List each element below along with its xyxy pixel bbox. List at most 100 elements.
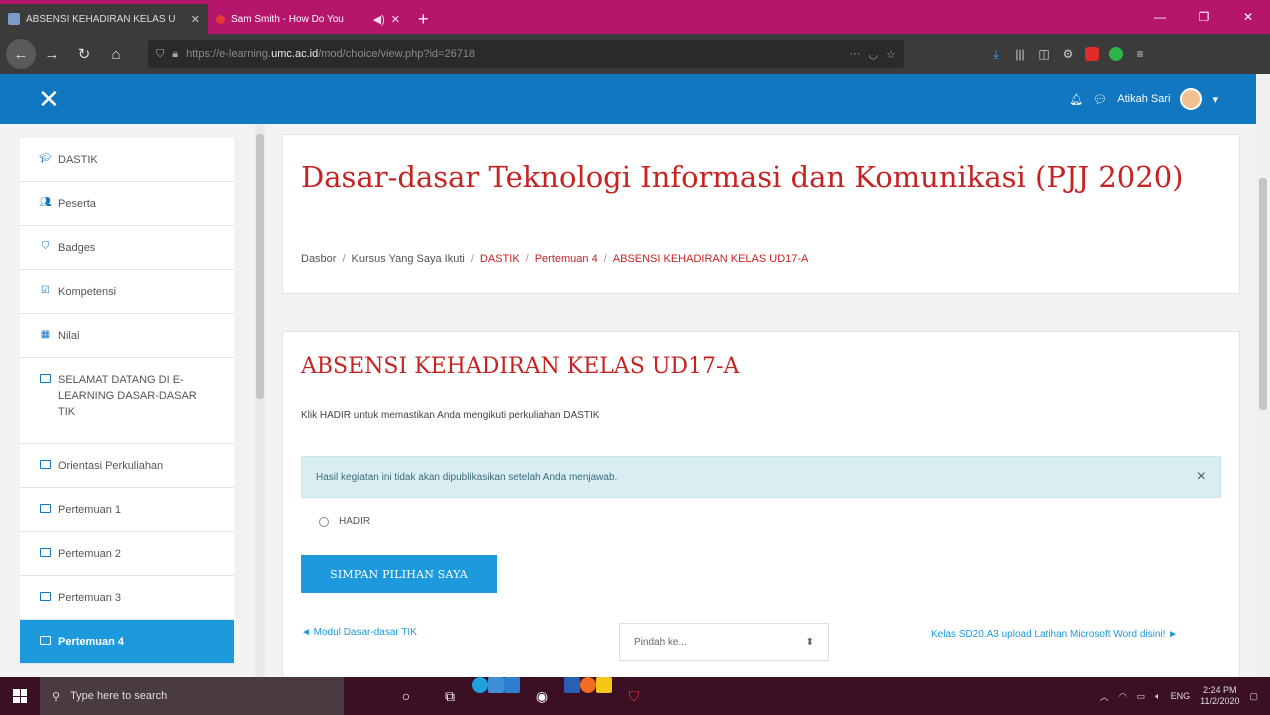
drawer-list: 🎓︎ DASTIK 👥︎ Peserta ⛉ Badges ☑ Kompeten… [20,138,234,664]
select-arrows-icon: ⬍ [805,636,814,648]
browser-toolbar: ← → ↻ ⌂ ⛉ 🔒︎ https://e-learning.umc.ac.i… [0,34,1270,74]
scrollbar-thumb[interactable] [1259,178,1267,410]
breadcrumb-pertemuan-4[interactable]: Pertemuan 4 [535,253,598,265]
task-view-icon[interactable]: ⧉ [428,677,472,715]
home-icon[interactable]: ⌂ [100,39,132,69]
toolbar-extensions: ⤓ ||| ◫ ⚙ ≡ [984,42,1152,66]
taskbar-search[interactable]: ⚲ Type here to search [40,677,344,715]
close-drawer-icon[interactable]: ✕ [38,84,60,115]
word-icon[interactable] [564,677,580,693]
sidebar-item-pertemuan-4[interactable]: Pertemuan 4 [20,620,234,664]
sidebar-item-nilai[interactable]: ▦ Nilai [20,314,234,358]
tab-close-icon[interactable]: ✕ [391,13,400,26]
shield-icon[interactable]: ⛉ [156,48,164,61]
alert-text: Hasil kegiatan ini tidak akan dipublikas… [316,471,618,483]
bookmark-star-icon[interactable]: ☆ [886,48,896,61]
adblock-icon[interactable] [1085,47,1099,61]
page-scrollbar[interactable] [1256,74,1270,677]
breadcrumb-current[interactable]: ABSENSI KEHADIRAN KELAS UD17-A [613,253,809,265]
sidebar-item-badges[interactable]: ⛉ Badges [20,226,234,270]
browser-tab-music[interactable]: Sam Smith - How Do You ◀) ✕ [208,4,408,34]
breadcrumb-kursus[interactable]: Kursus Yang Saya Ikuti [352,253,465,265]
address-bar[interactable]: ⛉ 🔒︎ https://e-learning.umc.ac.id/mod/ch… [148,40,904,68]
edge-icon[interactable] [472,677,488,693]
folder-icon [40,503,51,514]
taskbar-clock[interactable]: 2:24 PM 11/2/2020 [1200,685,1239,707]
clock-date: 11/2/2020 [1200,696,1240,706]
forward-arrow-icon[interactable]: → [36,39,68,69]
alert-close-icon[interactable]: × [1197,468,1206,486]
tab-close-icon[interactable]: ✕ [191,13,200,26]
messages-icon[interactable]: 💬︎ [1093,93,1107,106]
sidebar-item-pertemuan-1[interactable]: Pertemuan 1 [20,488,234,532]
sidebar-item-peserta[interactable]: 👥︎ Peserta [20,182,234,226]
battery-icon[interactable]: ▭ [1137,691,1146,702]
folder-icon [40,373,51,384]
speaker-icon[interactable]: ◀) [373,13,385,26]
back-arrow-icon[interactable]: ← [6,39,36,69]
user-menu-area: 🔔︎ 💬︎ Atikah Sari ▾ [1069,74,1218,124]
minimize-icon[interactable]: — [1138,0,1182,34]
security-app-icon[interactable]: ⛉ [612,677,656,715]
sidebar-toggle-icon[interactable]: ◫ [1032,42,1056,66]
activity-title: ABSENSI KEHADIRAN KELAS UD17-A [301,354,740,379]
mail-icon[interactable] [504,677,520,693]
browser-tab-strip: ABSENSI KEHADIRAN KELAS U ✕ Sam Smith - … [0,0,1270,34]
notifications-icon[interactable]: ▢ [1249,691,1258,702]
browser-tab-active[interactable]: ABSENSI KEHADIRAN KELAS U ✕ [0,4,208,34]
volume-icon[interactable]: 🔈︎ [1155,691,1160,702]
library-icon[interactable]: ||| [1008,42,1032,66]
choice-option-hadir[interactable]: HADIR [319,516,370,527]
new-tab-button[interactable]: + [408,4,439,34]
sidebar-item-label: Pertemuan 4 [58,636,125,648]
activity-card: ABSENSI KEHADIRAN KELAS UD17-A Klik HADI… [282,331,1240,677]
vpn-extension-icon[interactable] [1109,47,1123,61]
shield-icon: ⛉ [41,241,50,252]
sidebar-item-kompetensi[interactable]: ☑ Kompetensi [20,270,234,314]
store-icon[interactable] [488,677,504,693]
sidebar-item-pertemuan-3[interactable]: Pertemuan 3 [20,576,234,620]
breadcrumb-dasbor[interactable]: Dasbor [301,253,336,265]
firefox-icon[interactable] [580,677,596,693]
file-explorer-icon[interactable] [596,677,612,693]
sidebar-item-pertemuan-2[interactable]: Pertemuan 2 [20,532,234,576]
lock-icon[interactable]: 🔒︎ [172,48,178,61]
reload-icon[interactable]: ↻ [68,39,100,69]
save-choice-button[interactable]: SIMPAN PILIHAN SAYA [301,555,497,593]
menu-icon[interactable]: ≡ [1128,42,1152,66]
page-actions-icon[interactable]: ··· [850,48,861,60]
tab-title: Sam Smith - How Do You [231,13,344,25]
extension-icon[interactable]: ⚙ [1056,42,1080,66]
info-alert: Hasil kegiatan ini tidak akan dipublikas… [301,456,1221,498]
clock-time: 2:24 PM [1203,685,1237,695]
jump-select-value: Pindah ke... [634,636,687,648]
media-player-icon[interactable]: ◉ [520,677,564,715]
users-icon: 👥︎ [39,197,52,208]
table-icon: ▦ [40,329,51,340]
wifi-icon[interactable]: ◠ [1119,691,1127,702]
jump-to-select[interactable]: Pindah ke... ⬍ [619,623,829,661]
user-name[interactable]: Atikah Sari [1117,93,1170,105]
download-icon[interactable]: ⤓ [984,42,1008,66]
breadcrumb-dastik[interactable]: DASTIK [480,253,520,265]
site-navbar: ✕ 🔔︎ 💬︎ Atikah Sari ▾ [0,74,1256,124]
prev-activity-link[interactable]: ◄ Modul Dasar-dasar TIK [301,627,417,638]
language-indicator[interactable]: ENG [1171,691,1191,701]
chevron-down-icon[interactable]: ▾ [1212,93,1218,106]
notification-bell-icon[interactable]: 🔔︎ [1069,93,1083,106]
folder-icon [40,635,51,646]
avatar[interactable] [1180,88,1203,110]
sidebar-item-selamat-datang[interactable]: SELAMAT DATANG DI E-LEARNING DASAR-DASAR… [20,358,234,444]
windows-taskbar: ⚲ Type here to search ○ ⧉ ◉ ⛉ ︿ ◠ ▭ 🔈︎ E… [0,677,1270,715]
start-button[interactable] [0,677,40,715]
window-close-icon[interactable]: ✕ [1226,0,1270,34]
maximize-icon[interactable]: ❐ [1182,0,1226,34]
next-activity-link[interactable]: Kelas SD20.A3 upload Latihan Microsoft W… [931,627,1231,643]
radio-hadir[interactable] [319,516,329,527]
pocket-icon[interactable]: ◡ [869,48,879,61]
page-title: Dasar-dasar Teknologi Informasi dan Komu… [301,160,1184,194]
tray-up-arrow-icon[interactable]: ︿ [1100,690,1109,703]
cortana-icon[interactable]: ○ [384,677,428,715]
sidebar-item-dastik[interactable]: 🎓︎ DASTIK [20,138,234,182]
sidebar-item-orientasi[interactable]: Orientasi Perkuliahan [20,444,234,488]
